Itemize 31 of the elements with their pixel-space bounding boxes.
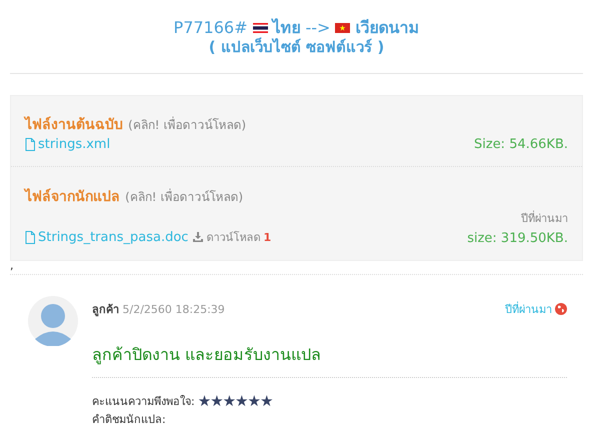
flag-icon	[252, 23, 268, 33]
rating-label: คะแนนความพึงพอใจ:	[92, 394, 195, 410]
status-message: ลูกค้าปิดงาน และยอมรับงานแปล	[92, 342, 567, 378]
download-icon	[193, 232, 204, 242]
file-link[interactable]: strings.xml	[25, 137, 110, 152]
file-icon	[25, 138, 35, 151]
job-code: P77166#	[174, 18, 248, 38]
source-language: ไทย	[272, 18, 300, 38]
download-hint: (คลิก! เพื่อดาวน์โหลด)	[125, 190, 244, 204]
file-section-title: ไฟล์จากนักแปล	[25, 189, 120, 205]
author-name: ลูกค้า	[92, 303, 119, 316]
target-language: เวียดนาม	[355, 18, 420, 38]
review-label: คำติชมนักแปล:	[92, 412, 167, 428]
download-count: 1	[263, 230, 272, 244]
file-size: size: 319.50KB.	[467, 231, 568, 246]
file-icon	[25, 230, 35, 244]
file-link[interactable]: Strings_trans_pasa.doc	[25, 230, 188, 244]
download-hint: (คลิก! เพื่อดาวน์โหลด)	[128, 118, 246, 132]
comment-date: 5/2/2560 18:25:39	[122, 303, 225, 316]
globe-icon	[555, 303, 567, 315]
arrow-text: -->	[306, 18, 330, 38]
comma-mark: ,	[10, 261, 583, 275]
download-label: ดาวน์โหลด	[206, 230, 260, 246]
file-section-title: ไฟล์งานต้นฉบับ	[25, 117, 123, 133]
time-ago: ปีที่ผ่านมา	[505, 300, 552, 318]
flag-icon	[335, 23, 350, 33]
star-rating: ★★★★★★	[198, 394, 272, 408]
avatar-icon	[28, 296, 78, 346]
file-size: Size: 54.66KB.	[474, 137, 568, 152]
job-category: ( แปลเว็บไซต์ ซอฟต์แวร์ )	[208, 38, 386, 57]
upload-time: ปีที่ผ่านมา	[520, 210, 568, 227]
